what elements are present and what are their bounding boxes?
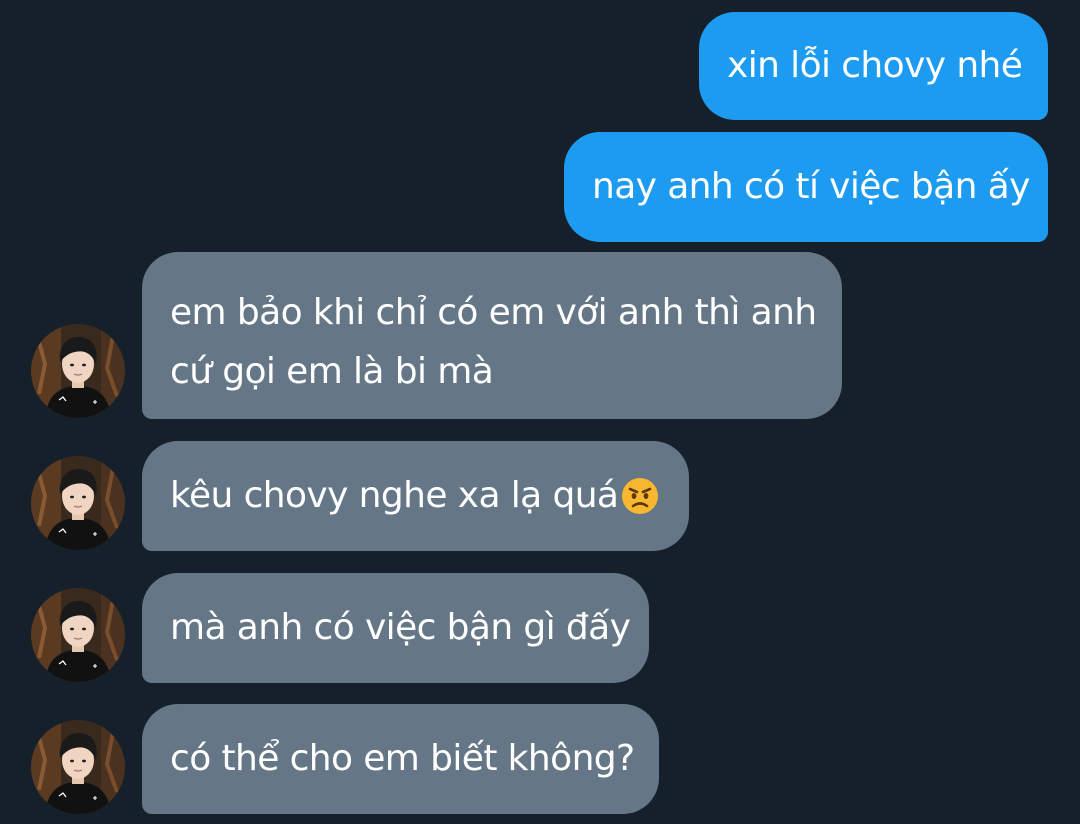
contact-avatar[interactable] xyxy=(31,720,125,814)
message-text: xin lỗi chovy nhé xyxy=(727,45,1023,86)
incoming-message-bubble[interactable]: mà anh có việc bận gì đấy xyxy=(142,573,649,683)
incoming-message-bubble[interactable]: có thể cho em biết không? xyxy=(142,704,659,814)
angry-face-emoji xyxy=(622,478,659,514)
message-text: nay anh có tí việc bận ấy xyxy=(592,166,1030,207)
incoming-message-bubble[interactable]: kêu chovy nghe xa lạ quá xyxy=(142,441,689,551)
message-text: mà anh có việc bận gì đấy xyxy=(170,607,631,648)
contact-avatar[interactable] xyxy=(31,324,125,418)
message-text: em bảo khi chỉ có em với anh thì anh cứ … xyxy=(170,292,817,392)
message-text: có thể cho em biết không? xyxy=(170,738,635,779)
incoming-message-bubble[interactable]: em bảo khi chỉ có em với anh thì anh cứ … xyxy=(142,252,842,419)
contact-avatar[interactable] xyxy=(31,456,125,550)
message-text: kêu chovy nghe xa lạ quá xyxy=(170,475,619,516)
outgoing-message-bubble[interactable]: xin lỗi chovy nhé xyxy=(699,12,1048,120)
outgoing-message-bubble[interactable]: nay anh có tí việc bận ấy xyxy=(564,132,1048,242)
chat-thread: xin lỗi chovy nhé nay anh có tí việc bận… xyxy=(0,0,1080,824)
contact-avatar[interactable] xyxy=(31,588,125,682)
